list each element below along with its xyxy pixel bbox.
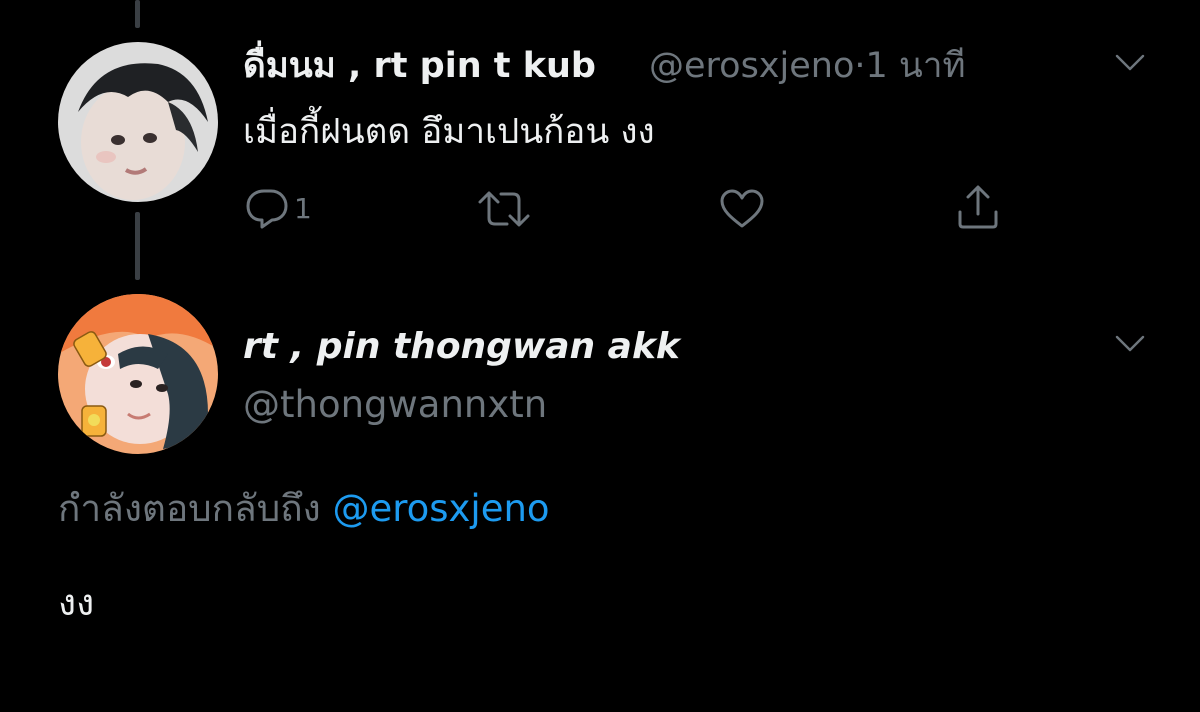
- reply-user-handle[interactable]: @thongwannxtn: [243, 382, 547, 428]
- tweet-text: เมื่อกี้ฝนตด อึมาเปนก้อน งง: [243, 112, 655, 152]
- reply-count: 1: [294, 191, 312, 225]
- share-button[interactable]: [953, 182, 1003, 232]
- like-icon: [719, 188, 765, 230]
- display-name[interactable]: ดื่มนม , rt pin t kub: [243, 44, 596, 88]
- replying-to-handle-link[interactable]: @erosxjeno: [332, 487, 549, 530]
- share-icon: [953, 182, 1003, 232]
- dot-separator: ·: [854, 46, 866, 86]
- like-button[interactable]: [719, 188, 765, 230]
- reply-icon: [244, 186, 290, 230]
- chevron-down-icon[interactable]: [1114, 53, 1146, 73]
- thread-line-connector: [135, 212, 140, 280]
- avatar[interactable]: [58, 294, 218, 454]
- replying-to: กำลังตอบกลับถึง @erosxjeno: [58, 484, 550, 534]
- replying-to-label: กำลังตอบกลับถึง: [58, 487, 321, 530]
- timestamp[interactable]: 1 นาที: [866, 46, 966, 86]
- thread-line-top: [135, 0, 140, 28]
- user-handle[interactable]: @erosxjeno: [649, 46, 854, 86]
- chevron-down-icon[interactable]: [1114, 334, 1146, 354]
- retweet-icon: [476, 188, 532, 230]
- reply-display-name[interactable]: rt , pin thongwan akk: [243, 324, 680, 370]
- handle-time[interactable]: @erosxjeno·1 นาที: [649, 44, 966, 88]
- avatar[interactable]: [58, 42, 218, 202]
- retweet-button[interactable]: [476, 188, 532, 230]
- reply-text: งง: [58, 581, 95, 624]
- reply-button[interactable]: 1: [244, 186, 312, 230]
